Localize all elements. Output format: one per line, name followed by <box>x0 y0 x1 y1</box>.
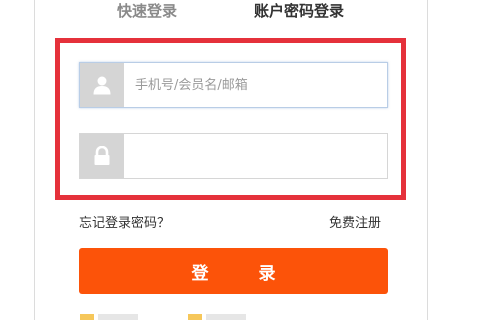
register-link[interactable]: 免费注册 <box>329 212 381 231</box>
tab-account-password-login[interactable]: 账户密码登录 <box>254 0 344 24</box>
login-button[interactable]: 登 录 <box>79 248 388 294</box>
panel-left-border <box>34 0 35 320</box>
tab-quick-login[interactable]: 快速登录 <box>117 0 177 24</box>
annotation-highlight-box <box>55 38 406 200</box>
panel-right-border <box>427 0 428 320</box>
login-panel: 快速登录 账户密码登录 忘记登录密码？ 免费注册 登 录 <box>0 0 480 320</box>
partial-bottom-content <box>80 314 280 320</box>
forgot-password-link[interactable]: 忘记登录密码？ <box>79 212 170 231</box>
